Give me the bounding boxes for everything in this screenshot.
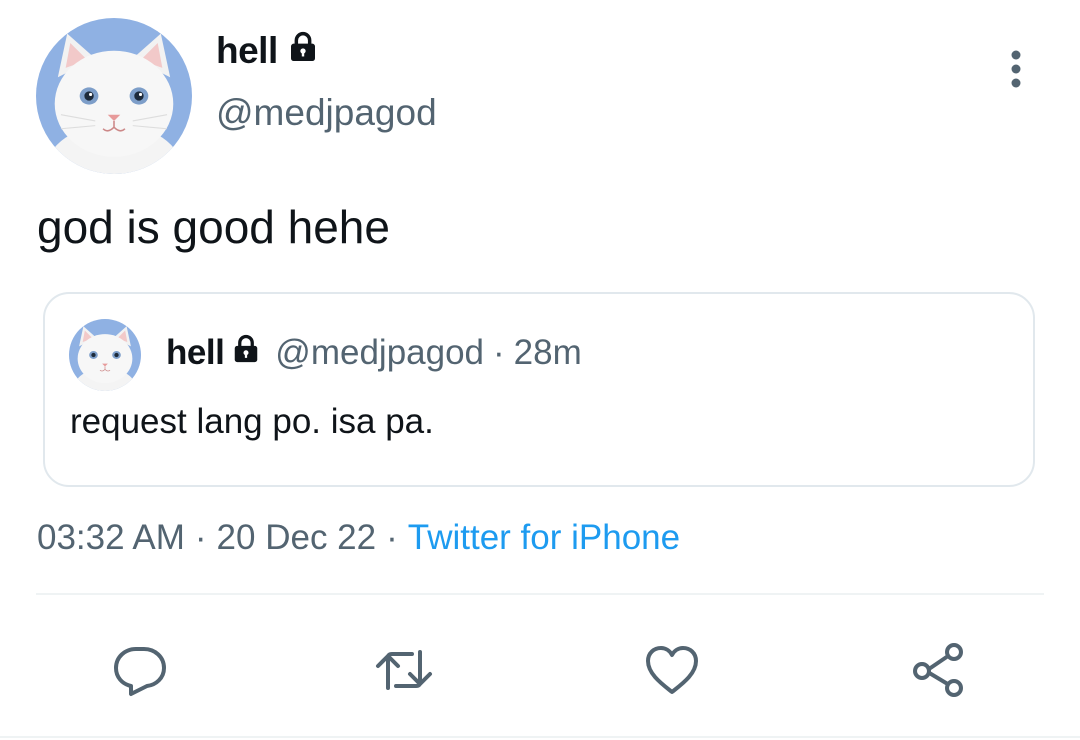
tweet-time[interactable]: 03:32 AM bbox=[37, 518, 185, 557]
meta-separator: · bbox=[194, 518, 207, 557]
quoted-display-name: hell bbox=[166, 333, 225, 372]
tweet-text: god is good hehe bbox=[37, 201, 390, 253]
quoted-separator: · bbox=[493, 333, 505, 372]
white-cat-avatar-icon bbox=[69, 319, 141, 391]
tweet-date[interactable]: 20 Dec 22 bbox=[217, 518, 377, 557]
quoted-avatar bbox=[69, 319, 141, 391]
share-icon bbox=[913, 643, 963, 697]
more-vertical-icon bbox=[1011, 50, 1021, 88]
more-button[interactable] bbox=[994, 42, 1038, 98]
divider bbox=[0, 736, 1080, 738]
divider bbox=[36, 593, 1044, 595]
author-display-name: hell bbox=[216, 30, 278, 71]
quoted-header: hell @medjpagod · 28m bbox=[166, 333, 582, 373]
quoted-handle: @medjpagod bbox=[275, 333, 485, 372]
tweet-metadata: 03:32 AM · 20 Dec 22 · Twitter for iPhone bbox=[37, 518, 680, 558]
author-handle[interactable]: @medjpagod bbox=[216, 92, 437, 134]
tweet-source-link[interactable]: Twitter for iPhone bbox=[408, 518, 680, 557]
heart-icon bbox=[646, 646, 698, 694]
retweet-button[interactable] bbox=[374, 640, 434, 700]
quoted-time: 28m bbox=[513, 333, 582, 372]
reply-button[interactable] bbox=[110, 640, 170, 700]
retweet-icon bbox=[376, 650, 432, 690]
white-cat-avatar-icon bbox=[36, 18, 192, 174]
meta-separator: · bbox=[386, 518, 398, 557]
share-button[interactable] bbox=[908, 640, 968, 700]
like-button[interactable] bbox=[642, 640, 702, 700]
quoted-text: request lang po. isa pa. bbox=[70, 402, 434, 441]
avatar[interactable] bbox=[36, 18, 192, 174]
lock-icon bbox=[287, 30, 319, 72]
author-name-row[interactable]: hell bbox=[216, 30, 319, 72]
lock-icon bbox=[231, 333, 261, 373]
quoted-tweet-card[interactable]: hell @medjpagod · 28m request lang po. i… bbox=[43, 292, 1035, 487]
reply-icon bbox=[114, 647, 166, 696]
